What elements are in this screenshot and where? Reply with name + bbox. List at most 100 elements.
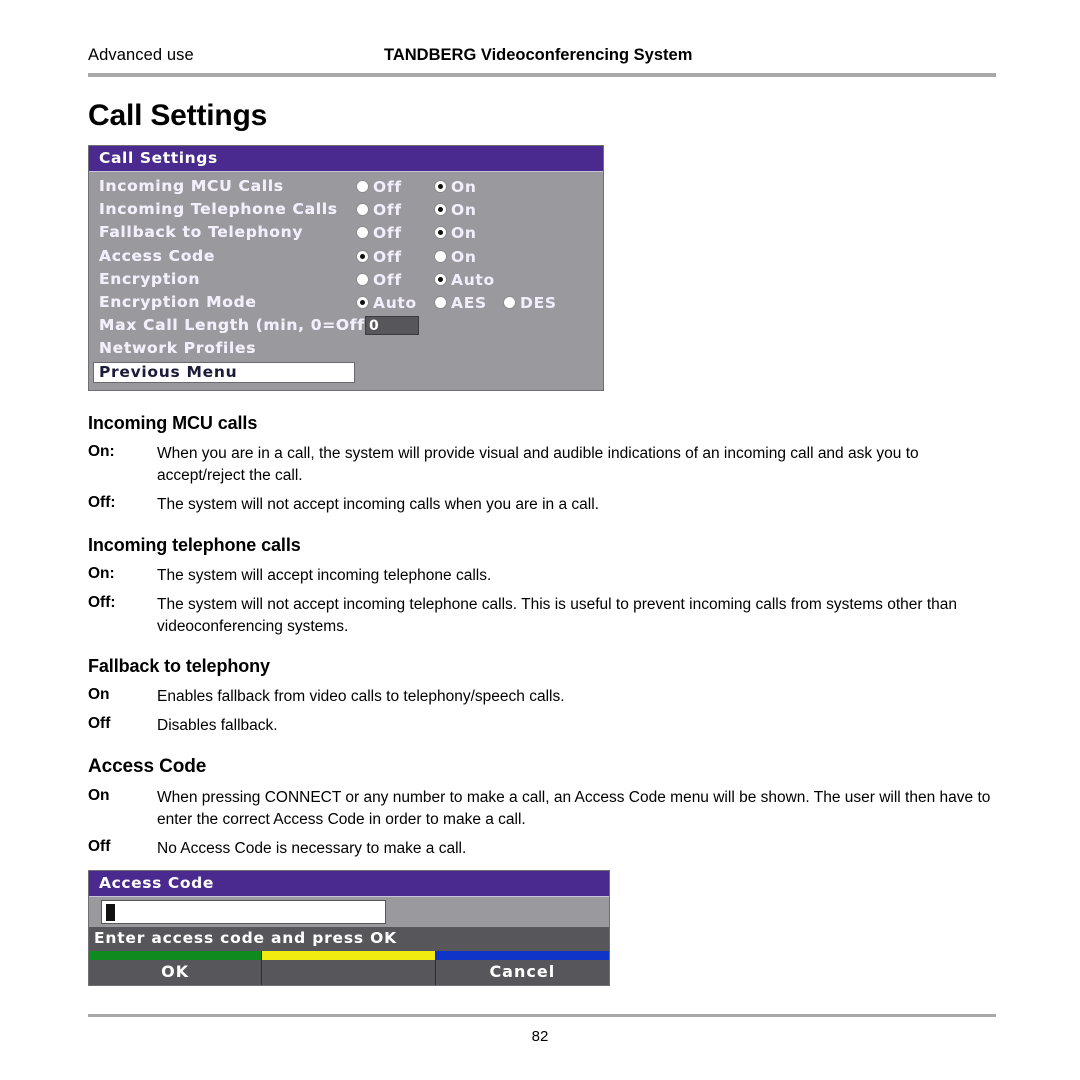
definition-row: On Enables fallback from video calls to … <box>88 686 996 708</box>
access-code-input[interactable] <box>101 900 386 924</box>
radio-icon <box>357 273 368 285</box>
radio-label: Off <box>373 224 402 243</box>
definition-row: Off No Access Code is necessary to make … <box>88 838 996 860</box>
menu-row-label: Max Call Length (min, 0=Off) <box>99 316 373 335</box>
ok-button[interactable]: OK <box>89 951 263 985</box>
radio-option-on[interactable]: On <box>435 221 477 244</box>
radio-option-off[interactable]: Off <box>357 245 402 268</box>
menu-row-incoming-telephone-calls[interactable]: Incoming Telephone Calls Off On <box>89 198 603 221</box>
definition-description: Enables fallback from video calls to tel… <box>157 688 565 705</box>
section-incoming-telephone-calls: Incoming telephone calls On: The system … <box>88 535 996 645</box>
dialog-titlebar: Access Code <box>89 871 609 897</box>
radio-label: Off <box>373 177 402 196</box>
radio-icon <box>357 227 368 239</box>
menu-row-encryption-mode[interactable]: Encryption Mode Auto AES DES <box>89 291 603 314</box>
definition-description: When pressing CONNECT or any number to m… <box>157 789 991 828</box>
section-heading: Fallback to telephony <box>88 656 270 676</box>
radio-label: On <box>451 247 477 266</box>
menu-row-label: Incoming Telephone Calls <box>99 200 338 219</box>
section-heading: Access Code <box>88 756 207 777</box>
yellow-key-indicator <box>262 951 435 960</box>
definition-description: The system will not accept incoming tele… <box>157 596 958 635</box>
menu-row-label: Incoming MCU Calls <box>99 177 284 195</box>
definition-description: When you are in a call, the system will … <box>157 445 919 484</box>
radio-label: Off <box>373 270 402 289</box>
radio-option-on[interactable]: On <box>435 198 477 221</box>
radio-icon <box>357 181 368 192</box>
radio-option-auto[interactable]: Auto <box>435 268 495 291</box>
max-call-length-input[interactable]: 0 <box>365 316 419 336</box>
radio-label: On <box>451 177 477 196</box>
text-cursor <box>106 904 115 921</box>
radio-option-aes[interactable]: AES <box>435 291 487 314</box>
header-product-label: TANDBERG Videoconferencing System <box>384 46 693 64</box>
definition-description: The system will not accept incoming call… <box>157 496 599 513</box>
radio-icon <box>357 296 368 308</box>
footer-divider <box>88 1014 996 1017</box>
radio-option-auto[interactable]: Auto <box>357 291 417 314</box>
dialog-input-area <box>89 897 609 927</box>
middle-button-label <box>262 960 434 984</box>
radio-label: Off <box>373 201 402 220</box>
menu-row-fallback-to-telephony[interactable]: Fallback to Telephony Off On <box>89 221 603 244</box>
radio-option-off[interactable]: Off <box>357 198 402 221</box>
radio-option-off[interactable]: Off <box>357 175 402 198</box>
definition-description: Disables fallback. <box>157 717 278 734</box>
radio-option-on[interactable]: On <box>435 245 477 268</box>
section-heading: Incoming MCU calls <box>88 413 258 433</box>
definition-term: Off: <box>88 594 116 611</box>
document-page: Advanced use TANDBERG Videoconferencing … <box>0 0 1080 1080</box>
radio-icon <box>357 204 368 216</box>
menu-row-incoming-mcu-calls[interactable]: Incoming MCU Calls Off On <box>89 175 603 198</box>
definition-term: Off <box>88 838 111 855</box>
blue-key-indicator <box>435 951 609 960</box>
middle-button[interactable] <box>262 951 436 985</box>
definition-term: On <box>88 686 110 703</box>
menu-row-max-call-length[interactable]: Max Call Length (min, 0=Off) 0 <box>89 314 603 337</box>
header-divider <box>88 73 996 77</box>
radio-icon <box>435 204 446 216</box>
radio-label: Auto <box>451 270 495 289</box>
definition-row: On: The system will accept incoming tele… <box>88 565 996 587</box>
menu-row-network-profiles[interactable]: Network Profiles <box>89 337 603 360</box>
definition-row: Off Disables fallback. <box>88 715 996 737</box>
dialog-prompt-text: Enter access code and press OK <box>89 927 609 951</box>
radio-option-off[interactable]: Off <box>357 221 402 244</box>
radio-label: Off <box>373 247 402 266</box>
definition-row: On When pressing CONNECT or any number t… <box>88 787 996 831</box>
running-header: Advanced use TANDBERG Videoconferencing … <box>88 46 996 70</box>
menu-row-previous-menu[interactable]: Previous Menu <box>89 361 603 384</box>
radio-label: On <box>451 224 477 243</box>
menu-row-label: Fallback to Telephony <box>99 223 304 242</box>
definition-description: The system will accept incoming telephon… <box>157 567 492 584</box>
definition-term: On <box>88 787 110 804</box>
cancel-button[interactable]: Cancel <box>435 951 609 985</box>
call-settings-menu: Call Settings Incoming MCU Calls Off On … <box>88 145 604 391</box>
radio-option-on[interactable]: On <box>435 175 477 198</box>
menu-row-label: Access Code <box>99 246 216 265</box>
menu-row-access-code[interactable]: Access Code Off On <box>89 245 603 268</box>
access-code-dialog: Access Code Enter access code and press … <box>88 870 610 986</box>
page-title: Call Settings <box>88 99 268 132</box>
menu-row-label: Encryption <box>99 269 201 288</box>
radio-option-des[interactable]: DES <box>504 291 557 314</box>
menu-row-label: Network Profiles <box>99 339 257 358</box>
definition-row: Off: The system will not accept incoming… <box>88 594 996 638</box>
radio-option-off[interactable]: Off <box>357 268 402 291</box>
cancel-button-label: Cancel <box>489 962 556 981</box>
radio-icon <box>504 296 515 308</box>
definition-row: On: When you are in a call, the system w… <box>88 443 996 487</box>
radio-icon <box>435 227 446 239</box>
radio-icon <box>435 273 446 285</box>
radio-label: On <box>451 201 477 220</box>
dialog-button-bar: OK Cancel <box>89 951 609 985</box>
radio-icon <box>357 250 368 262</box>
menu-row-label: Encryption Mode <box>99 292 257 311</box>
ok-button-label: OK <box>161 962 190 981</box>
definition-term: On: <box>88 565 115 582</box>
menu-row-encryption[interactable]: Encryption Off Auto <box>89 268 603 291</box>
section-incoming-mcu-calls: Incoming MCU calls On: When you are in a… <box>88 413 996 523</box>
definition-description: No Access Code is necessary to make a ca… <box>157 840 467 857</box>
menu-row-label: Previous Menu <box>99 362 238 381</box>
section-access-code: Access Code On When pressing CONNECT or … <box>88 756 996 867</box>
